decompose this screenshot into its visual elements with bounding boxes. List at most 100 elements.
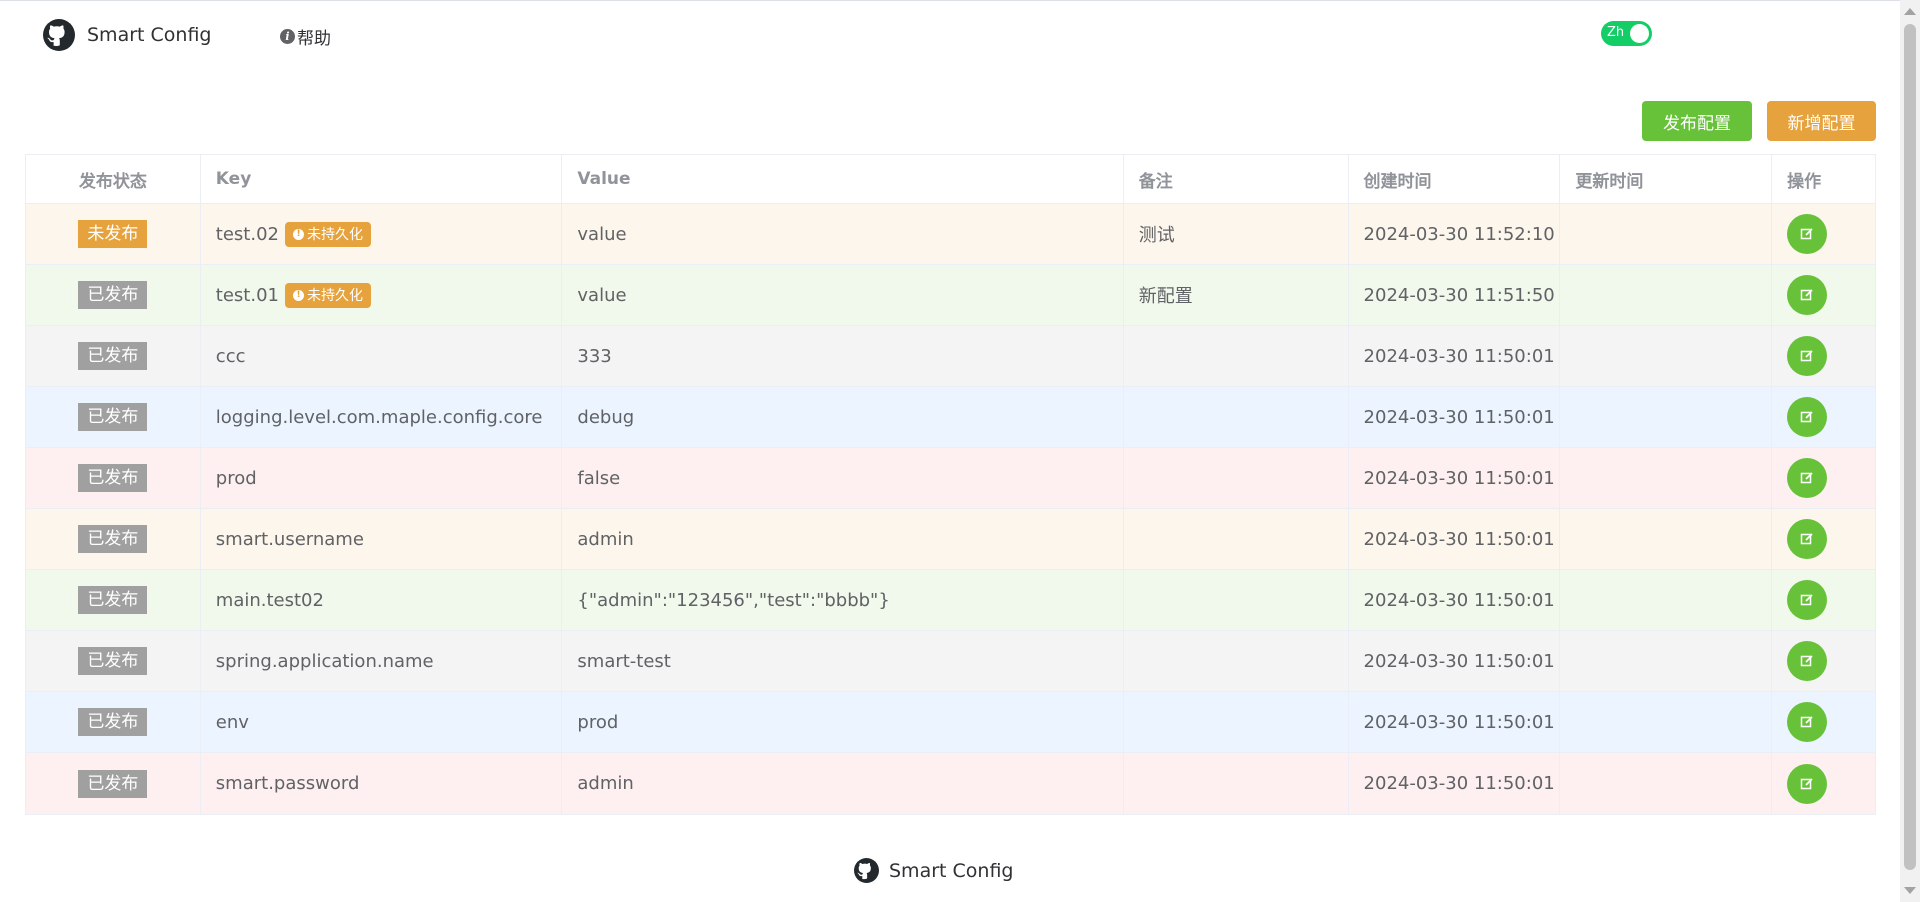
actions-cell: [1772, 448, 1875, 508]
edit-button[interactable]: [1787, 580, 1828, 620]
column-header-key[interactable]: Key: [201, 155, 563, 203]
actions-cell: [1772, 387, 1875, 447]
edit-button[interactable]: [1787, 397, 1828, 437]
status-badge: 已发布: [78, 525, 148, 553]
key-cell: logging.level.com.maple.config.core: [201, 387, 563, 447]
column-header-updated[interactable]: 更新时间: [1560, 155, 1773, 203]
scroll-up-arrow-icon[interactable]: [1904, 8, 1916, 15]
column-header-created[interactable]: 创建时间: [1349, 155, 1561, 203]
edit-button[interactable]: [1787, 519, 1828, 559]
column-header-status[interactable]: 发布状态: [26, 155, 201, 203]
status-cell: 已发布: [26, 326, 201, 386]
status-badge: 已发布: [78, 342, 148, 370]
table-row: 已发布 test.01! 未持久化 value 新配置 2024-03-30 11…: [26, 265, 1875, 326]
key-text: test.02: [215, 223, 279, 245]
edit-button[interactable]: [1787, 275, 1828, 315]
not-persisted-tag: ! 未持久化: [285, 282, 371, 308]
updated-cell: [1560, 509, 1773, 569]
scroll-down-arrow-icon[interactable]: [1904, 887, 1916, 894]
created-cell: 2024-03-30 11:50:01: [1349, 753, 1561, 814]
table-row: 已发布 logging.level.com.maple.config.core …: [26, 387, 1875, 448]
remark-cell: [1124, 692, 1349, 752]
table-row: 已发布 smart.password admin 2024-03-30 11:5…: [26, 753, 1875, 814]
edit-button[interactable]: [1787, 641, 1828, 681]
info-circle-icon: i: [280, 29, 295, 44]
updated-cell: [1560, 692, 1773, 752]
created-cell: 2024-03-30 11:50:01: [1349, 509, 1561, 569]
table-row: 已发布 env prod 2024-03-30 11:50:01: [26, 692, 1875, 753]
updated-cell: [1560, 631, 1773, 691]
publish-config-button[interactable]: 发布配置: [1642, 101, 1752, 141]
created-cell: 2024-03-30 11:50:01: [1349, 570, 1561, 630]
status-badge: 未发布: [78, 220, 148, 248]
logo[interactable]: Smart Config: [43, 19, 211, 51]
table-row: 已发布 ccc 333 2024-03-30 11:50:01: [26, 326, 1875, 387]
not-persisted-tag: ! 未持久化: [285, 221, 371, 247]
edit-icon: [1800, 716, 1813, 728]
key-cell: env: [201, 692, 563, 752]
column-header-remark[interactable]: 备注: [1124, 155, 1349, 203]
created-cell: 2024-03-30 11:50:01: [1349, 326, 1561, 386]
status-cell: 已发布: [26, 570, 201, 630]
remark-cell: [1124, 509, 1349, 569]
column-header-value[interactable]: Value: [562, 155, 1124, 203]
updated-cell: [1560, 265, 1773, 325]
updated-cell: [1560, 570, 1773, 630]
key-cell: main.test02: [201, 570, 563, 630]
table-row: 已发布 spring.application.name smart-test 2…: [26, 631, 1875, 692]
status-cell: 已发布: [26, 387, 201, 447]
table-row: 已发布 smart.username admin 2024-03-30 11:5…: [26, 509, 1875, 570]
actions-cell: [1772, 692, 1875, 752]
remark-cell: 新配置: [1124, 265, 1349, 325]
vertical-scrollbar[interactable]: [1900, 0, 1920, 902]
status-cell: 已发布: [26, 509, 201, 569]
footer: Smart Config: [854, 858, 1013, 883]
created-cell: 2024-03-30 11:50:01: [1349, 387, 1561, 447]
remark-cell: [1124, 631, 1349, 691]
updated-cell: [1560, 326, 1773, 386]
actions-cell: [1772, 753, 1875, 814]
actions-cell: [1772, 509, 1875, 569]
value-cell: {"admin":"123456","test":"bbbb"}: [562, 570, 1124, 630]
key-text: test.01: [215, 284, 279, 306]
value-cell: admin: [562, 509, 1124, 569]
language-switch[interactable]: Zh: [1601, 21, 1652, 46]
key-cell: test.02 ! 未持久化: [201, 204, 563, 264]
footer-brand[interactable]: Smart Config: [889, 860, 1013, 882]
github-icon: [854, 858, 879, 883]
edit-button[interactable]: [1787, 702, 1828, 742]
help-link[interactable]: i 帮助: [280, 24, 331, 49]
updated-cell: [1560, 753, 1773, 814]
table-header: 发布状态 Key Value 备注 创建时间 更新时间 操作: [26, 155, 1875, 204]
edit-icon: [1800, 350, 1813, 362]
add-config-button[interactable]: 新增配置: [1767, 101, 1876, 141]
status-badge: 已发布: [78, 769, 148, 798]
value-cell: debug: [562, 387, 1124, 447]
value-cell: value: [562, 204, 1124, 264]
status-badge: 已发布: [78, 647, 148, 675]
tag-label: 未持久化: [307, 288, 363, 304]
remark-cell: [1124, 387, 1349, 447]
edit-button[interactable]: [1787, 336, 1828, 376]
status-badge: 已发布: [78, 708, 148, 736]
edit-button[interactable]: [1787, 214, 1828, 254]
remark-cell: [1124, 570, 1349, 630]
key-cell: spring.application.name: [201, 631, 563, 691]
scrollbar-thumb[interactable]: [1904, 24, 1916, 870]
table-row: 已发布 prod false 2024-03-30 11:50:01: [26, 448, 1875, 509]
key-cell: smart.username: [201, 509, 563, 569]
edit-icon: [1800, 411, 1813, 423]
help-label: 帮助: [297, 29, 331, 49]
table-row: 未发布 test.02! 未持久化 value 测试 2024-03-30 11:…: [26, 204, 1875, 265]
edit-button[interactable]: [1787, 763, 1828, 804]
status-badge: 已发布: [78, 586, 148, 614]
edit-icon: [1800, 289, 1813, 301]
status-cell: 已发布: [26, 753, 201, 814]
created-cell: 2024-03-30 11:50:01: [1349, 692, 1561, 752]
exclamation-circle-icon: !: [293, 289, 304, 301]
remark-cell: [1124, 448, 1349, 508]
status-cell: 已发布: [26, 265, 201, 325]
config-table: 发布状态 Key Value 备注 创建时间 更新时间 操作 未发布 test.…: [25, 154, 1876, 815]
edit-button[interactable]: [1787, 458, 1828, 498]
status-cell: 已发布: [26, 448, 201, 508]
